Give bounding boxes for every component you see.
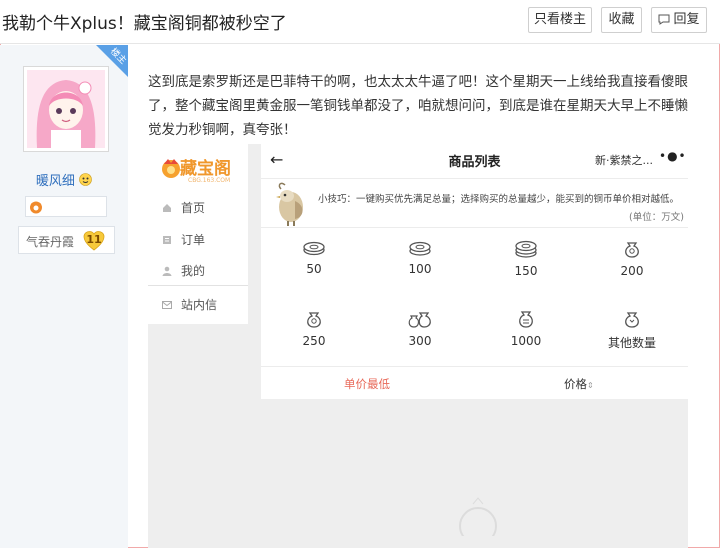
watermark-icon [459,497,497,536]
amount-option[interactable]: 50 [279,240,349,276]
embedded-screenshot[interactable]: 藏宝阁 CBG.163.COM 首页 订单 我的 站内信 ← 商品列表 新·紫禁… [148,144,688,548]
rank-name: 气吞丹霞 [26,235,75,249]
cbg-logo-sub: CBG.163.COM [188,177,231,184]
reply-bubble-icon [658,14,670,25]
level-box [25,196,107,217]
server-selector[interactable]: 新·紫禁之... [595,152,653,168]
rank-level: 11 [86,233,102,246]
cbg-logo-text: 藏宝阁 [180,159,231,179]
tip-row: 小技巧：一键购买优先满足总量；选择购买的总量越少，能买到的铜币单价相对越低。 (… [261,178,688,228]
nav-orders[interactable]: 订单 [162,231,205,248]
reply-button-label: 回复 [673,12,700,27]
cbg-logo: 藏宝阁 CBG.163.COM [160,154,240,184]
amount-label: 300 [408,334,432,348]
emoji-icon [79,173,92,186]
amount-option[interactable]: 200 [597,240,667,278]
coin-pile-icon [409,241,431,256]
mail-icon [162,301,172,309]
amount-option[interactable]: 1000 [491,310,561,348]
username-text: 暖风细 [35,174,75,189]
reply-button[interactable]: 回复 [651,7,707,33]
more-menu-icon[interactable]: •●• [659,149,687,163]
post-text: 这到底是索罗斯还是巴菲特干的啊，也太太太牛逼了吧！这个星期天一上线给我直接看傻眼… [148,74,688,138]
order-icon [163,236,171,244]
coin-bag-icon [519,311,533,328]
amount-option[interactable]: 其他数量 [597,310,667,351]
nav-home[interactable]: 首页 [162,199,205,216]
avatar[interactable] [23,66,109,152]
sort-price-label: 价格 [564,377,587,391]
coin-pile-icon [303,241,325,256]
amount-label: 200 [620,264,644,278]
coin-bag-icon [307,312,321,328]
amount-label: 100 [408,262,432,276]
amount-option[interactable]: 300 [385,310,455,348]
thread-header: 我勒个牛Xplus！藏宝阁铜都被秒空了 只看楼主 收藏 回复 [0,0,720,44]
thread-title: 我勒个牛Xplus！藏宝阁铜都被秒空了 [2,14,287,34]
amount-label: 其他数量 [607,336,656,350]
nav-inbox[interactable]: 站内信 [162,296,217,313]
coin-pile-icon [515,240,537,258]
nav-orders-label: 订单 [181,233,206,247]
amount-label: 250 [302,334,326,348]
rank-box: 气吞丹霞 11 [18,226,115,254]
unit-label: (单位：万文) [629,212,684,223]
rank-badge: 11 [83,230,105,252]
coin-bag-icon [408,312,431,328]
sort-arrow-icon: ⇕ [587,381,594,390]
sort-lowest-unit-price[interactable]: 单价最低 [344,376,390,392]
amount-label: 1000 [510,334,542,348]
sort-price[interactable]: 价格⇕ [564,376,594,392]
avatar-image [27,70,105,148]
coin-bag-icon [625,242,639,258]
user-icon [162,266,172,276]
cbg-sidebar: 藏宝阁 CBG.163.COM 首页 订单 我的 站内信 [148,144,248,324]
nav-mine-label: 我的 [181,264,206,278]
level-icon [30,201,42,214]
amount-option[interactable]: 150 [491,240,561,278]
amount-label: 150 [514,264,538,278]
amount-option[interactable]: 100 [385,240,455,276]
nav-mine[interactable]: 我的 [162,262,205,279]
sort-bar: 单价最低 价格⇕ [261,366,688,399]
amount-label: 50 [306,262,322,276]
favorite-button[interactable]: 收藏 [601,7,642,33]
home-icon [163,204,171,212]
amount-option[interactable]: 250 [279,310,349,348]
tip-text: 小技巧：一键购买优先满足总量；选择购买的总量越少，能买到的铜币单价相对越低。 [318,194,680,205]
coin-bag-icon [625,312,639,328]
product-list-panel: ← 商品列表 新·紫禁之... •●• 小技巧：一键购买优先满足总量；选择购买的… [261,144,688,399]
username[interactable]: 暖风细 [0,170,128,189]
nav-inbox-label: 站内信 [181,298,218,312]
nav-divider [148,285,248,286]
nav-home-label: 首页 [181,201,206,215]
only-op-button[interactable]: 只看楼主 [528,7,592,33]
bird-mascot-icon [276,182,303,226]
cbg-logo-icon [162,159,180,178]
